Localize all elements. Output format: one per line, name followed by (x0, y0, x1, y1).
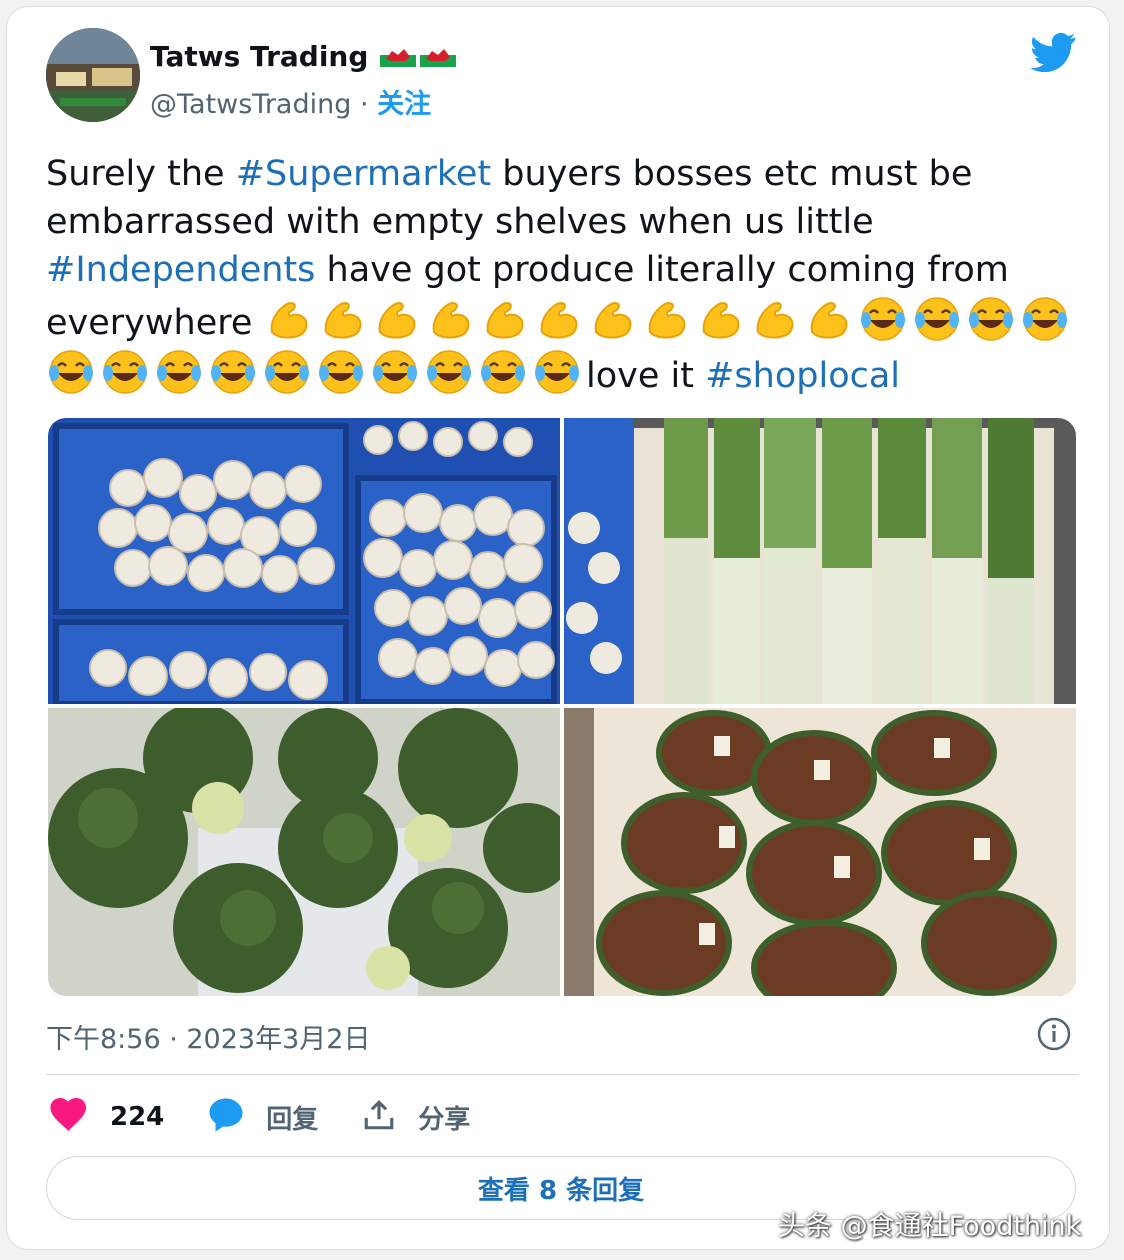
wales-flag-icon (420, 42, 457, 71)
face-with-tears-of-joy-emoji (262, 347, 312, 397)
leeks-photo[interactable] (564, 418, 1076, 704)
hashtag-supermarket[interactable]: #Supermarket (236, 154, 491, 194)
profile-avatar[interactable] (46, 28, 140, 122)
action-bar: 224 回复 分享 (50, 1094, 514, 1140)
tweet-text-part: Surely the (46, 154, 236, 194)
flexed-biceps-emoji (264, 294, 314, 344)
flexed-biceps-emoji (318, 294, 368, 344)
face-with-tears-of-joy-emoji (208, 347, 258, 397)
face-with-tears-of-joy-emoji (370, 347, 420, 397)
face-with-tears-of-joy-emoji (1020, 294, 1070, 344)
follow-link[interactable]: 关注 (377, 89, 431, 120)
face-with-tears-of-joy-emoji (858, 294, 908, 344)
heart-icon (50, 1098, 88, 1136)
flexed-biceps-emoji (696, 294, 746, 344)
flexed-biceps-emoji (534, 294, 584, 344)
flexed-biceps-emoji (588, 294, 638, 344)
broccoli-photo[interactable] (48, 708, 560, 996)
watermark: 头条 @食通社Foodthink (778, 1211, 1082, 1242)
like-button[interactable]: 224 (50, 1098, 164, 1136)
face-with-tears-of-joy-emoji (100, 347, 150, 397)
info-icon[interactable] (1036, 1016, 1072, 1052)
face-with-tears-of-joy-emoji (478, 347, 528, 397)
tweet-text-part: love it (586, 356, 706, 396)
flexed-biceps-emoji (480, 294, 530, 344)
display-name[interactable]: Tatws Trading (150, 40, 368, 73)
flexed-biceps-emoji (642, 294, 692, 344)
face-with-tears-of-joy-emoji (46, 347, 96, 397)
share-button[interactable]: 分享 (362, 1098, 470, 1136)
flexed-biceps-emoji (750, 294, 800, 344)
face-with-tears-of-joy-emoji (424, 347, 474, 397)
flexed-biceps-emoji (372, 294, 422, 344)
wales-flag-icon (380, 42, 417, 71)
handle-separator: · (351, 89, 378, 120)
hashtag-shoplocal[interactable]: #shoplocal (705, 356, 900, 396)
user-handle[interactable]: @TatwsTrading (150, 89, 351, 120)
flexed-biceps-emoji (426, 294, 476, 344)
reply-button[interactable]: 回复 (208, 1097, 318, 1137)
share-upload-icon (362, 1098, 396, 1136)
divider (46, 1074, 1078, 1075)
tomatoes-photo[interactable] (564, 708, 1076, 996)
mushrooms-photo[interactable] (48, 418, 560, 704)
reply-label: 回复 (266, 1104, 319, 1135)
share-label: 分享 (418, 1104, 471, 1135)
face-with-tears-of-joy-emoji (966, 294, 1016, 344)
flexed-biceps-emoji (804, 294, 854, 344)
face-with-tears-of-joy-emoji (912, 294, 962, 344)
face-with-tears-of-joy-emoji (316, 347, 366, 397)
photo-grid (48, 418, 1076, 996)
tweet-timestamp[interactable]: 下午8:56 · 2023年3月2日 (46, 1017, 370, 1056)
photo-divider-horizontal (48, 704, 1076, 708)
tweet-text: Surely the #Supermarket buyers bosses et… (46, 150, 1086, 400)
face-with-tears-of-joy-emoji (532, 347, 582, 397)
like-count: 224 (110, 1102, 165, 1132)
hashtag-independents[interactable]: #Independents (46, 250, 315, 290)
face-with-tears-of-joy-emoji (154, 347, 204, 397)
speech-bubble-icon (208, 1097, 244, 1137)
twitter-bird-icon[interactable] (1030, 32, 1076, 73)
